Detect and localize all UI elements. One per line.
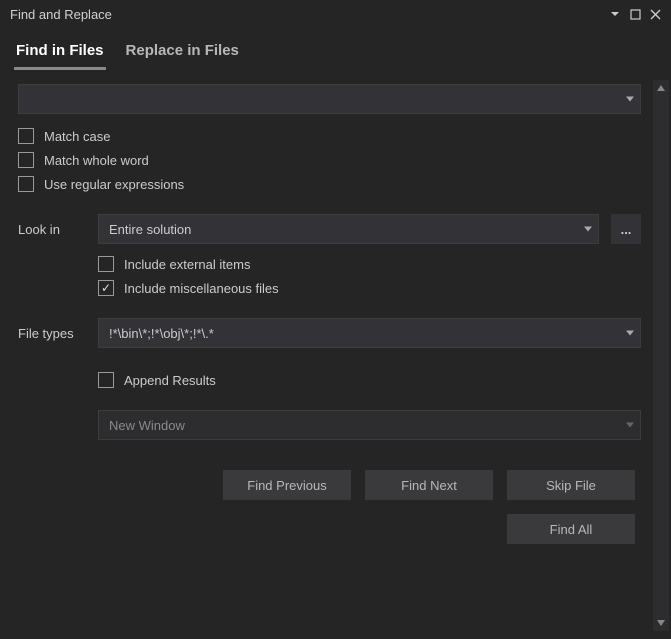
tabs: Find in Files Replace in Files [0, 28, 671, 70]
append-results-checkbox[interactable]: Append Results [98, 372, 641, 388]
find-next-button[interactable]: Find Next [365, 470, 493, 500]
file-types-value: !*\bin\*;!*\obj\*;!*\.* [109, 326, 214, 341]
append-results-label: Append Results [124, 373, 216, 388]
checkbox-box [98, 372, 114, 388]
scroll-down-icon[interactable] [653, 615, 669, 631]
chevron-down-icon [626, 97, 634, 102]
find-all-button[interactable]: Find All [507, 514, 635, 544]
match-whole-word-label: Match whole word [44, 153, 149, 168]
include-external-label: Include external items [124, 257, 250, 272]
file-types-row: File types !*\bin\*;!*\obj\*;!*\.* [18, 318, 641, 348]
titlebar: Find and Replace [0, 0, 671, 28]
window-menu-icon[interactable] [605, 4, 625, 24]
maximize-icon[interactable] [625, 4, 645, 24]
checkbox-box [98, 256, 114, 272]
tab-replace-in-files[interactable]: Replace in Files [124, 38, 241, 70]
match-whole-word-checkbox[interactable]: Match whole word [18, 152, 641, 168]
include-misc-checkbox[interactable]: Include miscellaneous files [98, 280, 641, 296]
include-external-checkbox[interactable]: Include external items [98, 256, 641, 272]
look-in-select[interactable]: Entire solution [98, 214, 599, 244]
file-types-label: File types [18, 326, 86, 341]
results-target-select[interactable]: New Window [98, 410, 641, 440]
checkbox-box [18, 128, 34, 144]
browse-button[interactable]: ... [611, 214, 641, 244]
scrollbar[interactable] [653, 80, 669, 631]
chevron-down-icon [626, 331, 634, 336]
chevron-down-icon [626, 423, 634, 428]
dialog-body: Match case Match whole word Use regular … [0, 70, 671, 639]
use-regex-label: Use regular expressions [44, 177, 184, 192]
close-icon[interactable] [645, 4, 665, 24]
look-in-label: Look in [18, 222, 86, 237]
chevron-down-icon [584, 227, 592, 232]
file-types-input[interactable]: !*\bin\*;!*\obj\*;!*\.* [98, 318, 641, 348]
match-case-checkbox[interactable]: Match case [18, 128, 641, 144]
look-in-value: Entire solution [109, 222, 191, 237]
checkbox-box [98, 280, 114, 296]
tab-find-in-files[interactable]: Find in Files [14, 38, 106, 70]
checkbox-box [18, 176, 34, 192]
results-target-value: New Window [109, 418, 185, 433]
window-title: Find and Replace [10, 7, 605, 22]
checkbox-box [18, 152, 34, 168]
include-misc-label: Include miscellaneous files [124, 281, 279, 296]
use-regex-checkbox[interactable]: Use regular expressions [18, 176, 641, 192]
skip-file-button[interactable]: Skip File [507, 470, 635, 500]
buttons-row-1: Find Previous Find Next Skip File [18, 470, 641, 500]
buttons-row-2: Find All [18, 514, 641, 544]
match-case-label: Match case [44, 129, 110, 144]
find-previous-button[interactable]: Find Previous [223, 470, 351, 500]
look-in-row: Look in Entire solution ... [18, 214, 641, 244]
search-term-input[interactable] [18, 84, 641, 114]
scroll-up-icon[interactable] [653, 80, 669, 96]
